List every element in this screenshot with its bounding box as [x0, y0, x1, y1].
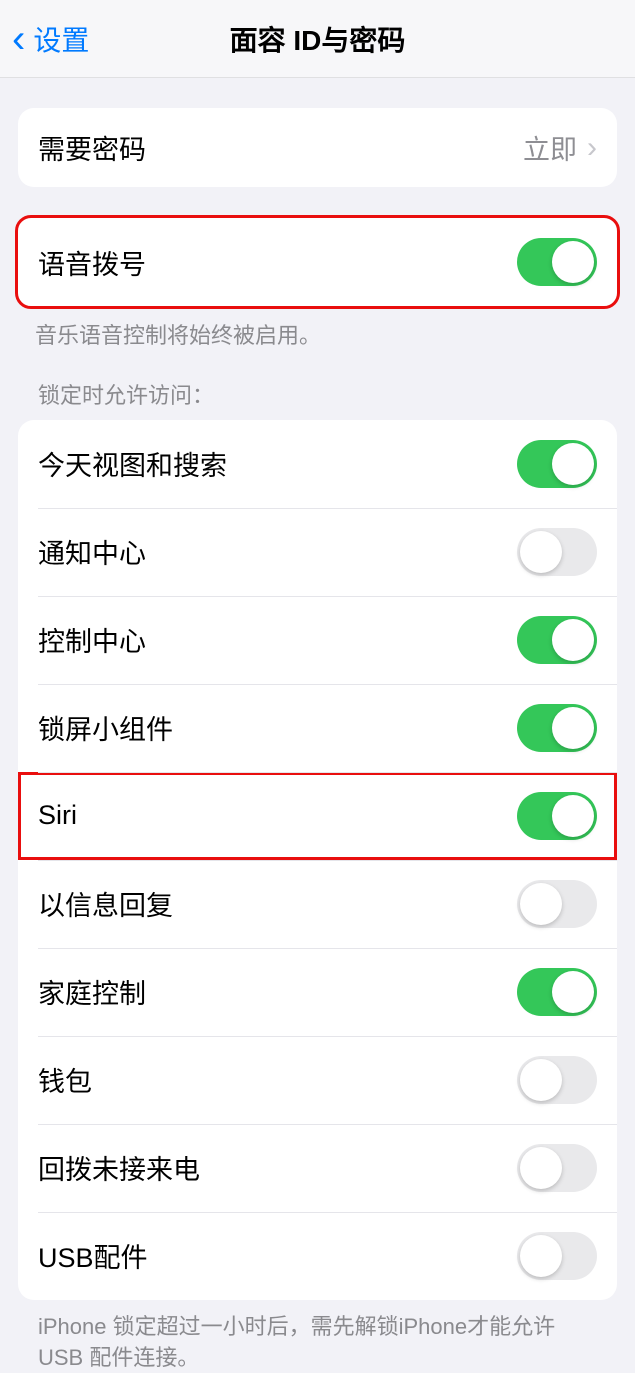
locked-item-label: 家庭控制 [38, 972, 146, 1011]
locked-item-label: Siri [38, 800, 77, 831]
locked-item-toggle[interactable] [517, 1056, 597, 1104]
locked-item-label: 钱包 [38, 1060, 92, 1099]
locked-item-toggle[interactable] [517, 616, 597, 664]
locked-item-toggle[interactable] [517, 792, 597, 840]
content: 需要密码 立即 › 语音拨号 音乐语音控制将始终被启用。 锁定时允许访问： 今天… [0, 108, 635, 1373]
voice-dial-label: 语音拨号 [38, 243, 146, 282]
locked-item-toggle[interactable] [517, 968, 597, 1016]
locked-item-toggle[interactable] [517, 440, 597, 488]
voice-dial-footer: 音乐语音控制将始终被启用。 [15, 309, 620, 352]
locked-item-row[interactable]: 以信息回复 [18, 860, 617, 948]
require-passcode-label: 需要密码 [38, 128, 146, 167]
locked-item-label: 控制中心 [38, 620, 146, 659]
locked-item-label: 回拨未接来电 [38, 1148, 200, 1187]
locked-access-group: 今天视图和搜索通知中心控制中心锁屏小组件 Siri 以信息回复家庭控制钱包回拨未接来… [18, 420, 617, 1300]
locked-item-row[interactable]: USB配件 [18, 1212, 617, 1300]
locked-item-label: 通知中心 [38, 532, 146, 571]
locked-item-row[interactable]: 家庭控制 [18, 948, 617, 1036]
chevron-right-icon: › [587, 133, 597, 163]
locked-item-row[interactable]: 锁屏小组件 [18, 684, 617, 772]
back-label: 设置 [33, 19, 89, 59]
locked-item-row[interactable]: 回拨未接来电 [18, 1124, 617, 1212]
locked-item-label: 以信息回复 [38, 884, 173, 923]
locked-item-row[interactable]: 今天视图和搜索 [18, 420, 617, 508]
chevron-left-icon: ‹ [12, 19, 25, 59]
passcode-group: 需要密码 立即 › [18, 108, 617, 187]
locked-item-label: 锁屏小组件 [38, 708, 173, 747]
voice-dial-row[interactable]: 语音拨号 [18, 218, 617, 306]
page-title: 面容 ID与密码 [230, 19, 406, 59]
back-button[interactable]: ‹ 设置 [0, 19, 89, 59]
locked-item-label: 今天视图和搜索 [38, 444, 227, 483]
nav-bar: ‹ 设置 面容 ID与密码 [0, 0, 635, 78]
usb-footer: iPhone 锁定超过一小时后，需先解锁iPhone才能允许 USB 配件连接。 [18, 1300, 617, 1373]
locked-item-toggle[interactable] [517, 528, 597, 576]
locked-item-row[interactable]: 控制中心 [18, 596, 617, 684]
require-passcode-value: 立即 [523, 128, 577, 167]
locked-access-header: 锁定时允许访问： [18, 352, 635, 420]
voice-dial-toggle[interactable] [517, 238, 597, 286]
locked-item-label: USB配件 [38, 1236, 148, 1275]
locked-item-row[interactable]: Siri [18, 772, 617, 860]
locked-item-row[interactable]: 通知中心 [18, 508, 617, 596]
locked-item-row[interactable]: 钱包 [18, 1036, 617, 1124]
voice-dial-group: 语音拨号 音乐语音控制将始终被启用。 [15, 215, 620, 352]
locked-item-toggle[interactable] [517, 1232, 597, 1280]
locked-item-toggle[interactable] [517, 704, 597, 752]
locked-item-toggle[interactable] [517, 1144, 597, 1192]
locked-item-toggle[interactable] [517, 880, 597, 928]
require-passcode-row[interactable]: 需要密码 立即 › [18, 108, 617, 187]
